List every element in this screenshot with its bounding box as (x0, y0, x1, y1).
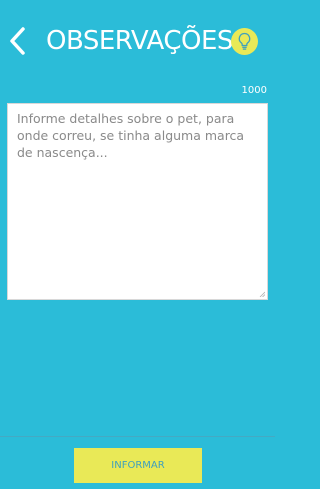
back-button[interactable] (6, 24, 32, 58)
hint-button[interactable] (231, 28, 258, 55)
char-counter: 1000 (241, 85, 267, 96)
lightbulb-icon (238, 32, 251, 50)
page-title: OBSERVAÇÕES (46, 26, 233, 56)
chevron-left-icon (10, 27, 25, 55)
observations-field-container (7, 103, 268, 300)
submit-button[interactable]: INFORMAR (74, 448, 202, 483)
header: OBSERVAÇÕES (0, 0, 275, 84)
screen: OBSERVAÇÕES 1000 INFORMAR (0, 0, 275, 489)
footer-divider (0, 436, 275, 437)
observations-field[interactable] (8, 104, 267, 299)
resize-grip-icon[interactable] (259, 291, 265, 297)
